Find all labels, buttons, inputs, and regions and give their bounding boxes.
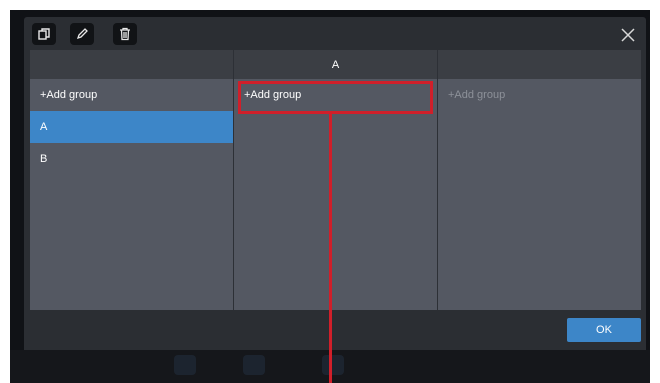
column-1-header (30, 50, 233, 79)
add-group-button[interactable]: +Add group (30, 79, 233, 111)
copy-button[interactable] (32, 23, 56, 45)
column-3-header (438, 50, 641, 79)
trash-icon (120, 27, 130, 41)
background-database-icon (243, 355, 265, 375)
highlight-callout-box (238, 81, 433, 114)
edit-button[interactable] (70, 23, 94, 45)
column-2-header: A (234, 50, 437, 79)
group-column-3: +Add group (438, 50, 641, 310)
group-column-1: +Add group A B (30, 50, 233, 310)
background-file-icon (322, 355, 344, 375)
group-item-a[interactable]: A (30, 111, 233, 143)
dialog-footer: OK (24, 310, 646, 350)
group-item-b[interactable]: B (30, 143, 233, 175)
group-dialog: +Add group A B A +Add group +Add group O… (24, 17, 646, 350)
copy-icon (38, 28, 50, 40)
delete-button[interactable] (113, 23, 137, 45)
ok-button[interactable]: OK (567, 318, 641, 342)
highlight-callout-line (329, 114, 332, 383)
background-cube-icon (174, 355, 196, 375)
pencil-icon (76, 28, 88, 40)
close-icon[interactable] (620, 27, 636, 43)
add-group-button-disabled: +Add group (448, 89, 506, 101)
